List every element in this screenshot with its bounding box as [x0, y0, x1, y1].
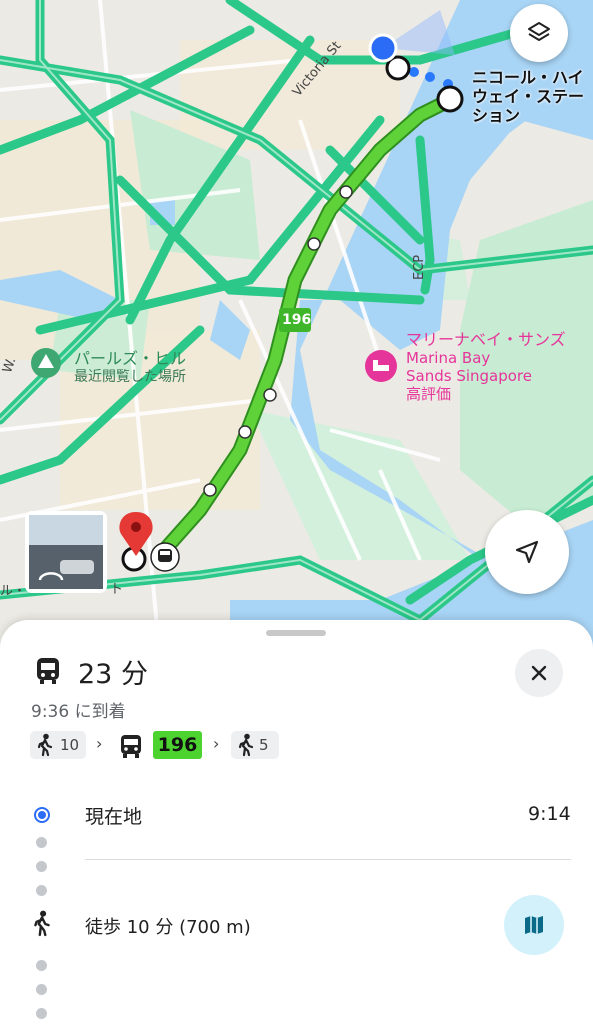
walk-icon	[37, 733, 53, 757]
step-chevron-2: ›	[213, 734, 220, 753]
navigation-arrow-icon	[515, 540, 539, 564]
timeline-dot	[36, 984, 47, 995]
step-bus-route-badge: 196	[153, 731, 202, 759]
timeline-dot	[36, 837, 47, 848]
map-icon	[525, 916, 543, 934]
place-pearls-hill-name: パールズ・ヒル	[74, 349, 187, 368]
bus-icon	[37, 658, 59, 684]
place-mbs-sub: 高評価	[406, 385, 452, 403]
road-label-left: ル・	[0, 584, 27, 599]
recenter-button[interactable]	[485, 510, 569, 594]
place-mbs-en-1: Marina Bay	[406, 349, 491, 367]
destination-pin[interactable]	[118, 510, 154, 570]
map-view[interactable]: Victoria St ECP W. ル・ ト ニコール・ハイウェイ・ステーショ…	[0, 0, 593, 661]
bus-icon	[121, 735, 141, 758]
street-view-thumbnail[interactable]	[25, 511, 107, 593]
walk-description: 徒歩 10 分 (700 m)	[85, 917, 251, 938]
directions-sheet: 23 分 9:36 に到着 10 › 196 › 5 現在地 9:14 徒歩 1…	[0, 620, 593, 1024]
current-location-time: 9:14	[528, 803, 571, 825]
place-marina-bay-sands[interactable]: マリーナベイ・サンズ Marina Bay Sands Singapore 高評…	[406, 330, 566, 404]
road-label-ecp: ECP	[412, 254, 427, 280]
place-mbs-en-2: Sands Singapore	[406, 367, 532, 385]
layers-icon	[528, 22, 550, 41]
place-mbs-jp: マリーナベイ・サンズ	[406, 330, 566, 349]
step-chevron-1: ›	[96, 734, 103, 753]
step-walk-2-minutes: 5	[259, 736, 269, 754]
row-divider	[85, 859, 571, 860]
walk-icon	[238, 733, 254, 757]
layers-button[interactable]	[510, 4, 568, 62]
station-name: ニコール・ハイウェイ・ステーション	[472, 68, 585, 125]
walk-map-button[interactable]	[504, 895, 564, 955]
close-button[interactable]	[515, 649, 563, 697]
walk-icon	[34, 910, 50, 937]
station-label[interactable]: ニコール・ハイウェイ・ステーション	[472, 68, 593, 125]
timeline-dot	[36, 960, 47, 971]
timeline-dot	[36, 1008, 47, 1019]
arrival-time: 9:36 に到着	[31, 702, 126, 722]
bus-stop-marker[interactable]	[150, 542, 180, 572]
current-location-label: 現在地	[85, 806, 143, 828]
step-walk-1-minutes: 10	[60, 736, 80, 754]
step-walk-1: 10	[30, 731, 86, 759]
place-pearls-hill[interactable]: パールズ・ヒル 最近閲覧した場所	[74, 350, 186, 386]
road-label-t: ト	[110, 582, 124, 597]
current-location-dot	[34, 807, 50, 823]
timeline-dot	[36, 861, 47, 872]
place-pearls-hill-sub: 最近閲覧した場所	[74, 369, 186, 385]
sheet-drag-handle[interactable]	[266, 630, 326, 636]
route-badge: 196	[282, 312, 312, 328]
close-icon	[531, 665, 547, 681]
step-walk-2: 5	[231, 731, 279, 759]
row-current-location[interactable]: 現在地 9:14	[0, 790, 593, 840]
row-walk[interactable]: 徒歩 10 分 (700 m)	[0, 895, 593, 955]
trip-duration: 23 分	[78, 659, 148, 690]
